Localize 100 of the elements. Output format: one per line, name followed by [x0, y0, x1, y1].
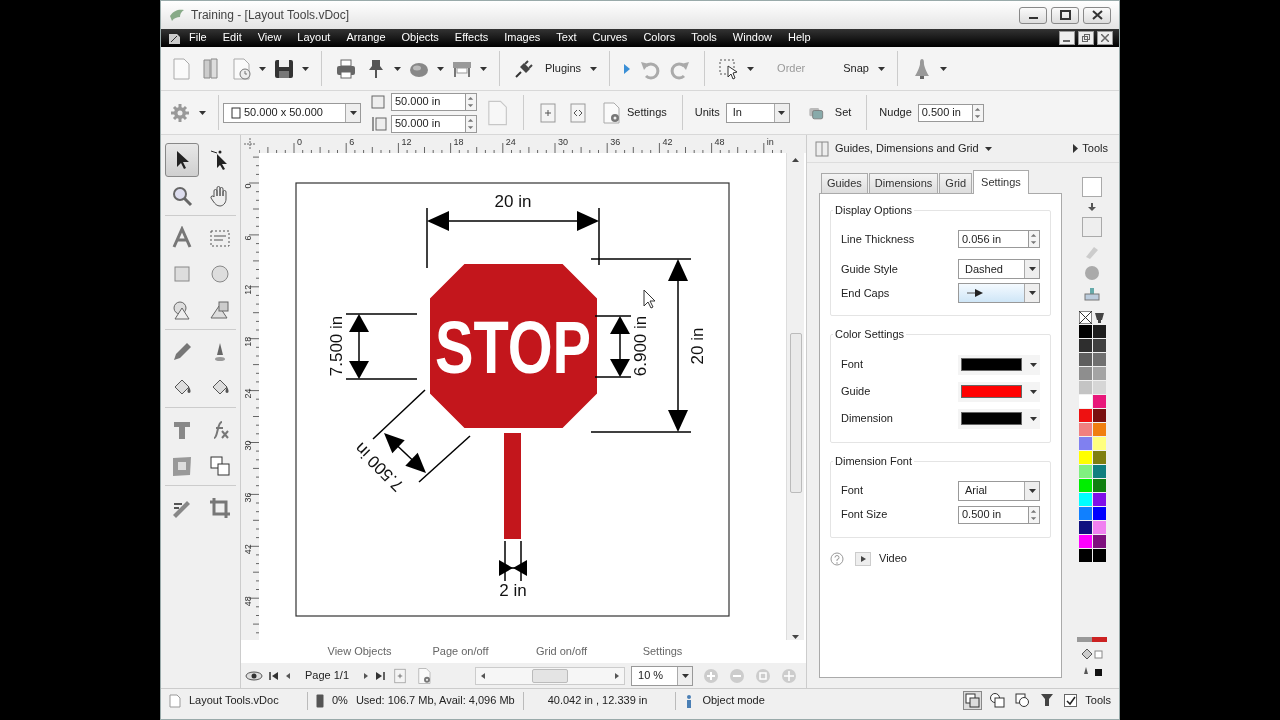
- stamp-icon[interactable]: [1084, 287, 1100, 301]
- font-dropdown[interactable]: Arial: [958, 480, 1040, 501]
- menu-item[interactable]: Help: [780, 31, 819, 45]
- color-swatch[interactable]: [1092, 465, 1106, 478]
- number-field[interactable]: 0.500 in: [958, 505, 1029, 524]
- close-icon[interactable]: [1101, 34, 1109, 42]
- line-color-icon[interactable]: [1077, 637, 1107, 642]
- app-menu-icon[interactable]: [167, 31, 181, 45]
- maximize-button[interactable]: [1051, 6, 1079, 24]
- caret-icon[interactable]: [1030, 416, 1037, 421]
- color-swatch[interactable]: [1092, 535, 1106, 548]
- caret-icon[interactable]: [302, 66, 309, 71]
- color-swatch[interactable]: [1092, 437, 1106, 450]
- menu-item[interactable]: Colors: [635, 31, 684, 45]
- menu-item[interactable]: View: [249, 31, 290, 45]
- menu-item[interactable]: Curves: [584, 31, 636, 45]
- color-swatch[interactable]: [1078, 451, 1092, 464]
- menu-item[interactable]: Layout: [289, 31, 339, 45]
- triangle-icon[interactable]: [1073, 144, 1079, 153]
- footer-link[interactable]: Grid on/off: [511, 644, 612, 659]
- eye-icon[interactable]: [245, 668, 263, 683]
- snap-button[interactable]: Snap: [840, 59, 872, 78]
- menu-item[interactable]: Objects: [393, 31, 447, 45]
- color-swatch[interactable]: [1078, 325, 1092, 338]
- color-swatch[interactable]: [1078, 381, 1092, 394]
- color-swatch[interactable]: [1078, 465, 1092, 478]
- tools-button[interactable]: Tools: [1070, 139, 1111, 158]
- previous-page-icon[interactable]: [285, 670, 291, 681]
- scroll-left-icon[interactable]: [480, 671, 487, 680]
- next-page-icon[interactable]: [363, 670, 370, 681]
- color-swatch[interactable]: [1092, 521, 1106, 534]
- color-swatch[interactable]: [1092, 479, 1106, 492]
- color-swatch[interactable]: [1092, 339, 1106, 352]
- color-swatch[interactable]: [1092, 409, 1106, 422]
- menu-item[interactable]: Effects: [446, 31, 497, 45]
- units-dropdown[interactable]: In: [725, 102, 790, 123]
- end-caps-dropdown[interactable]: [958, 283, 1040, 304]
- swap-arrow-icon[interactable]: [1088, 203, 1096, 211]
- guide-style-dropdown[interactable]: Dashed: [958, 259, 1040, 280]
- first-page-icon[interactable]: [269, 670, 279, 681]
- menu-item[interactable]: Edit: [214, 31, 250, 45]
- scroll-thumb[interactable]: [532, 668, 569, 683]
- caret-icon[interactable]: [1028, 267, 1036, 272]
- footer-link[interactable]: Settings: [612, 644, 713, 659]
- caret-icon[interactable]: [939, 66, 947, 71]
- color-dropdown[interactable]: [958, 381, 1040, 402]
- menu-item[interactable]: Window: [724, 31, 780, 45]
- color-swatch[interactable]: [1078, 423, 1092, 436]
- caret-icon[interactable]: [778, 110, 786, 115]
- spinner-arrows-icon[interactable]: [466, 114, 477, 133]
- number-field[interactable]: 50.000 in: [391, 114, 466, 133]
- color-swatch[interactable]: [1078, 535, 1092, 548]
- caret-icon[interactable]: [1028, 488, 1036, 493]
- number-field[interactable]: 50.000 in: [391, 92, 466, 111]
- close-button[interactable]: [1083, 6, 1111, 24]
- color-swatch[interactable]: [1092, 395, 1106, 408]
- set-button[interactable]: Set: [831, 103, 855, 122]
- color-swatch[interactable]: [1078, 493, 1092, 506]
- menu-item[interactable]: Tools: [683, 31, 725, 45]
- color-swatch[interactable]: [1078, 353, 1092, 366]
- scroll-thumb[interactable]: [789, 333, 802, 493]
- zoom-dropdown[interactable]: 10 %: [631, 665, 694, 686]
- color-swatch[interactable]: [1078, 549, 1092, 562]
- panel-tab[interactable]: Grid: [939, 172, 973, 193]
- number-field[interactable]: 0.500 in: [917, 103, 973, 122]
- number-field[interactable]: 0.056 in: [958, 230, 1029, 249]
- restore-icon[interactable]: [1082, 34, 1090, 42]
- menu-item[interactable]: Images: [496, 31, 549, 45]
- minimize-button[interactable]: [1019, 6, 1047, 24]
- panel-tab[interactable]: Dimensions: [868, 172, 939, 193]
- color-dropdown[interactable]: [958, 354, 1040, 375]
- color-swatch[interactable]: [1078, 367, 1092, 380]
- caret-icon[interactable]: [199, 110, 206, 115]
- color-swatch[interactable]: [1078, 409, 1092, 422]
- menu-item[interactable]: Text: [548, 31, 585, 45]
- caret-icon[interactable]: [349, 110, 357, 115]
- last-page-icon[interactable]: [375, 670, 386, 681]
- color-swatch[interactable]: [1078, 339, 1092, 352]
- plugins-button[interactable]: Plugins: [542, 59, 585, 78]
- caret-icon[interactable]: [437, 66, 444, 71]
- color-swatch[interactable]: [1078, 437, 1092, 450]
- caret-icon[interactable]: [1030, 362, 1037, 367]
- panel-tab[interactable]: Guides: [821, 172, 868, 193]
- color-swatch[interactable]: [1092, 381, 1106, 394]
- spinner-arrows-icon[interactable]: [972, 103, 984, 122]
- panel-tab[interactable]: Settings: [973, 169, 1029, 194]
- page-size-dropdown[interactable]: 50.000 x 50.000: [223, 102, 361, 123]
- caret-icon[interactable]: [877, 66, 885, 71]
- color-swatch[interactable]: [1092, 367, 1106, 380]
- copy-icon[interactable]: [964, 692, 982, 709]
- scroll-right-icon[interactable]: [614, 671, 621, 680]
- color-swatch[interactable]: [1078, 395, 1092, 408]
- footer-link[interactable]: View Objects: [309, 644, 410, 659]
- spinner-arrows-icon[interactable]: [466, 92, 477, 111]
- color-swatch[interactable]: [1078, 507, 1092, 520]
- menu-item[interactable]: File: [181, 31, 215, 45]
- caret-icon[interactable]: [480, 66, 487, 71]
- caret-icon[interactable]: [681, 673, 689, 678]
- pen-tool-icon[interactable]: [1081, 666, 1103, 678]
- color-swatch[interactable]: [1092, 423, 1106, 436]
